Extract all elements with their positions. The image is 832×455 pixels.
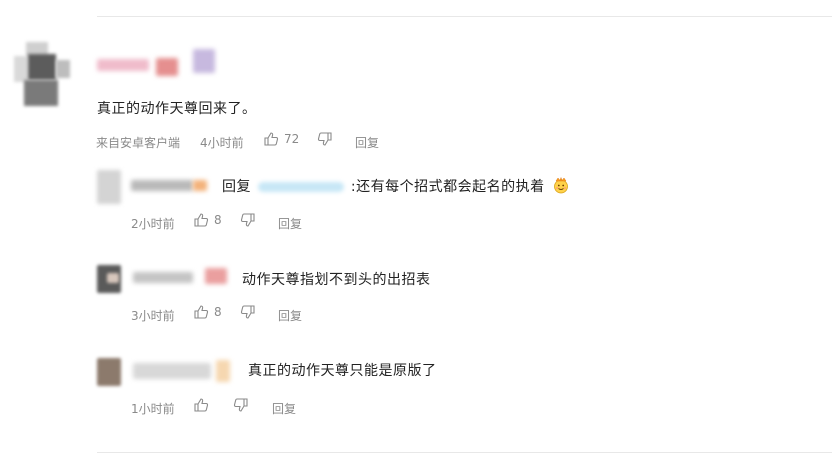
user-level-badge [193, 49, 215, 73]
thumbs-up-icon [263, 131, 279, 147]
crowned-face-emoji [552, 176, 568, 194]
reply-time: 3小时前 [131, 309, 175, 323]
reply-user-badge [216, 360, 230, 382]
reply-username[interactable] [133, 363, 211, 379]
thumbs-down-icon [233, 397, 249, 413]
username[interactable] [97, 59, 149, 71]
reply-avatar[interactable] [97, 358, 121, 386]
mention-link[interactable] [257, 182, 344, 192]
thumbs-down-icon [240, 304, 256, 320]
dislike-button[interactable] [317, 131, 333, 147]
reply-text-line: 回复 :还有每个招式都会起名的执着 [222, 176, 568, 196]
reply-like-button[interactable]: 8 [193, 212, 222, 228]
reply-dislike-button[interactable] [233, 397, 249, 413]
avatar[interactable] [14, 42, 74, 108]
reply-avatar[interactable] [97, 265, 121, 293]
reply-reply-button[interactable]: 回复 [278, 215, 302, 232]
reply-username[interactable] [131, 180, 193, 191]
thumbs-up-icon [193, 397, 209, 413]
reply-text: 动作天尊指划不到头的出招表 [242, 272, 431, 288]
reply-avatar[interactable] [97, 170, 121, 204]
reply-reply-button[interactable]: 回复 [278, 307, 302, 324]
reply-user-badge [193, 180, 207, 191]
reply-like-count: 8 [214, 213, 222, 227]
like-count: 72 [284, 132, 300, 146]
reply-button[interactable]: 回复 [355, 134, 379, 151]
comment-source: 来自安卓客户端 [96, 136, 181, 150]
reply-like-button[interactable] [193, 397, 214, 413]
reply-text: :还有每个招式都会起名的执着 [350, 179, 545, 195]
top-divider [97, 16, 832, 17]
thumbs-up-icon [193, 212, 209, 228]
like-button[interactable]: 72 [263, 131, 299, 147]
thumbs-down-icon [317, 131, 333, 147]
reply-dislike-button[interactable] [240, 304, 256, 320]
reply-dislike-button[interactable] [240, 212, 256, 228]
reply-like-button[interactable]: 8 [193, 304, 222, 320]
bottom-divider [97, 452, 832, 453]
reply-prefix: 回复 [222, 179, 251, 195]
reply-text: 真正的动作天尊只能是原版了 [248, 363, 437, 379]
reply-time: 1小时前 [131, 402, 175, 416]
thumbs-up-icon [193, 304, 209, 320]
user-badge [156, 58, 178, 76]
reply-username[interactable] [133, 272, 193, 283]
comment-time: 4小时前 [200, 136, 244, 150]
reply-user-badge [205, 268, 227, 284]
reply-like-count: 8 [214, 305, 222, 319]
thumbs-down-icon [240, 212, 256, 228]
reply-time: 2小时前 [131, 217, 175, 231]
reply-reply-button[interactable]: 回复 [272, 400, 296, 417]
comment-text: 真正的动作天尊回来了。 [97, 101, 257, 117]
